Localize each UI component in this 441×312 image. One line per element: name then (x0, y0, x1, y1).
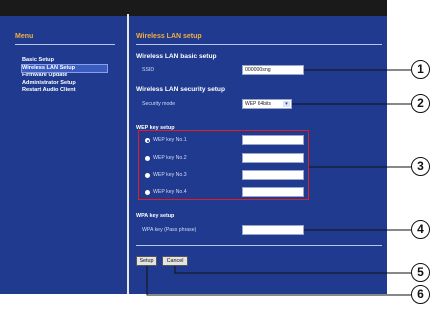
callout-3: 3 (411, 157, 430, 176)
callout-5: 5 (411, 263, 430, 282)
callout-4: 4 (411, 220, 430, 239)
callout-leader-lines (146, 69, 412, 296)
callout-1: 1 (411, 60, 430, 79)
callout-2: 2 (411, 94, 430, 113)
callout-6: 6 (411, 285, 430, 304)
